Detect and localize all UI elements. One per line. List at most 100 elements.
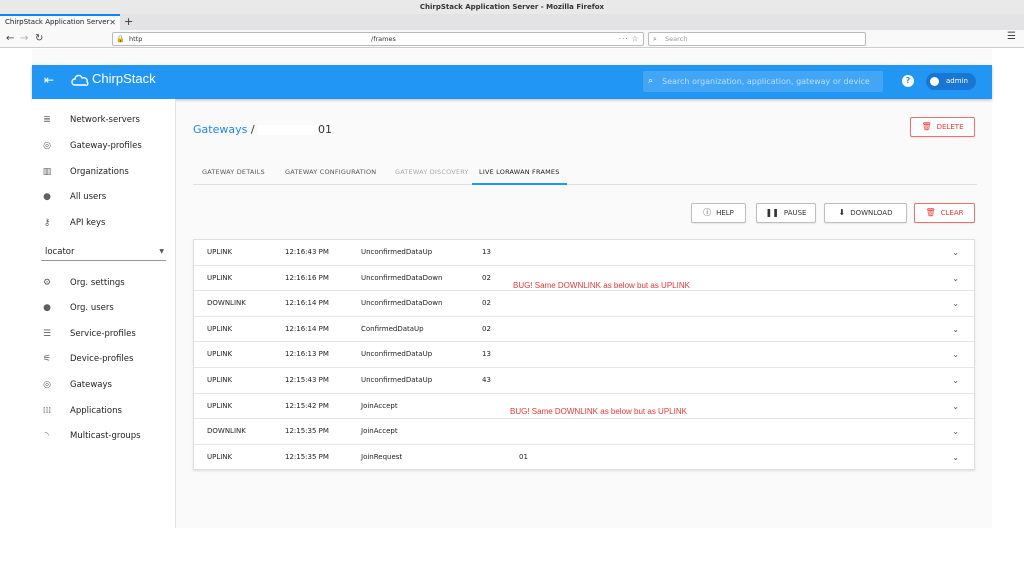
chevron-down-icon[interactable]: ⌄	[952, 368, 959, 393]
redacted-block	[258, 125, 319, 135]
frame-addr: 43	[482, 376, 491, 384]
frame-mtype: UnconfirmedDataDown	[361, 299, 443, 308]
rss-icon: ◝	[45, 431, 49, 441]
browser-search-placeholder: Search	[665, 35, 688, 43]
chevron-down-icon[interactable]: ⌄	[952, 291, 959, 316]
sidebar-item-applications[interactable]: ⁞⁞⁞ Applications	[32, 400, 176, 422]
app-search-placeholder: Search organization, application, gatewa…	[662, 77, 870, 86]
forward-arrow-icon[interactable]: →	[20, 31, 28, 47]
chevron-down-icon: ▼	[159, 248, 164, 255]
breadcrumb-separator: /	[250, 123, 255, 136]
browser-tab[interactable]: ChirpStack Application Server ✕	[0, 14, 120, 30]
close-tab-icon[interactable]: ✕	[109, 16, 116, 29]
frame-mtype: UnconfirmedDataUp	[361, 248, 433, 256]
frame-time: 12:16:43 PM	[285, 248, 329, 256]
frame-time: 12:15:42 PM	[285, 401, 329, 410]
tab-live-lorawan-frames[interactable]: LIVE LORAWAN FRAMES	[472, 159, 567, 185]
frame-row[interactable]: UPLINK 12:15:35 PM JoinRequest 01 ⌄	[194, 445, 974, 471]
browser-tab-title: ChirpStack Application Server	[5, 18, 110, 26]
frame-row[interactable]: UPLINK 12:16:14 PM ConfirmedDataUp 02 ⌄	[194, 317, 974, 343]
sidebar-item-service-profiles[interactable]: ☰ Service-profiles	[32, 323, 176, 345]
clear-button[interactable]: 🗑 CLEAR	[914, 203, 975, 223]
chevron-down-icon[interactable]: ⌄	[952, 419, 959, 444]
frame-row[interactable]: DOWNLINK 12:16:14 PM UnconfirmedDataDown…	[194, 291, 974, 317]
sidebar-item-label: Gateways	[70, 380, 112, 390]
frame-mtype: UnconfirmedDataUp	[361, 350, 433, 359]
apps-icon: ⁞⁞⁞	[42, 406, 52, 416]
sidebar-item-label: Applications	[70, 406, 122, 416]
frame-addr: 13	[482, 248, 491, 256]
tab-gateway-details[interactable]: GATEWAY DETAILS	[202, 159, 265, 185]
new-tab-button[interactable]: +	[124, 14, 133, 29]
breadcrumb-gateways-link[interactable]: Gateways	[193, 123, 247, 136]
help-button-label: HELP	[716, 209, 734, 217]
frame-direction: UPLINK	[207, 376, 233, 384]
sidebar-item-all-users[interactable]: ● All users	[32, 186, 176, 208]
frame-mtype: UnconfirmedDataUp	[361, 376, 433, 384]
browser-search-input[interactable]: ⌕ Search	[648, 32, 866, 46]
menu-icon[interactable]: ☰	[1007, 31, 1016, 42]
page-actions[interactable]: ··· ☆	[619, 33, 639, 45]
frame-direction: DOWNLINK	[207, 299, 246, 308]
sidebar-item-gateway-profiles[interactable]: ◎ Gateway-profiles	[32, 135, 176, 157]
sidebar-item-api-keys[interactable]: ⚷ API keys	[32, 212, 176, 234]
frame-addr: 13	[482, 350, 491, 359]
sidebar-item-gateways[interactable]: ◎ Gateways	[32, 374, 176, 396]
frame-time: 12:16:16 PM	[285, 273, 329, 282]
frame-time: 12:16:14 PM	[285, 324, 329, 333]
pause-icon: ❚❚	[765, 208, 779, 217]
frame-direction: UPLINK	[207, 350, 233, 359]
sidebar-item-organizations[interactable]: ▥ Organizations	[32, 161, 176, 183]
menu-collapse-icon[interactable]: ⇤	[44, 73, 54, 87]
tab-gateway-discovery: GATEWAY DISCOVERY	[395, 168, 469, 176]
chirpstack-logo[interactable]: ChirpStack	[70, 71, 156, 87]
domain-icon: ▥	[42, 167, 52, 177]
breadcrumb: Gateways / 01	[193, 123, 332, 136]
gateway-tabs: GATEWAY DETAILS GATEWAY CONFIGURATION GA…	[193, 159, 977, 185]
chevron-down-icon[interactable]: ⌄	[952, 266, 959, 291]
sidebar-item-device-profiles[interactable]: ⚟ Device-profiles	[32, 348, 176, 370]
frame-addr: 02	[482, 324, 491, 333]
organization-select-value: locator	[45, 247, 75, 257]
help-icon[interactable]: ?	[902, 75, 914, 87]
app-search-input[interactable]: ⌕ Search organization, application, gate…	[643, 71, 883, 92]
chevron-down-icon[interactable]: ⌄	[952, 240, 959, 265]
sidebar-item-org-settings[interactable]: ⚙ Org. settings	[32, 272, 176, 294]
sidebar-item-label: API keys	[70, 218, 106, 228]
sidebar-item-multicast-groups[interactable]: ◝ Multicast-groups	[32, 425, 176, 447]
back-arrow-icon[interactable]: ←	[6, 31, 14, 47]
sidebar-item-org-users[interactable]: ● Org. users	[32, 297, 176, 319]
user-chip[interactable]: admin	[926, 73, 976, 90]
frame-row[interactable]: UPLINK 12:15:43 PM UnconfirmedDataUp 43 …	[194, 368, 974, 394]
trash-icon: 🗑	[925, 208, 936, 217]
pause-button[interactable]: ❚❚ PAUSE	[756, 203, 816, 223]
organization-select[interactable]: locator ▼	[41, 243, 166, 261]
frame-row[interactable]: UPLINK 12:16:43 PM UnconfirmedDataUp 13 …	[194, 240, 974, 266]
sidebar-item-network-servers[interactable]: ≣ Network-servers	[32, 109, 176, 131]
server-icon: ≣	[43, 115, 51, 125]
frame-row[interactable]: DOWNLINK 12:15:35 PM JoinAccept ⌄	[194, 419, 974, 445]
search-icon: ⌕	[648, 76, 654, 86]
download-icon: ⬇	[838, 208, 846, 217]
sidebar-item-label: Device-profiles	[70, 354, 134, 364]
download-button-label: DOWNLOAD	[850, 209, 893, 217]
sidebar-item-label: Org. settings	[70, 278, 125, 288]
help-button[interactable]: ⓘ HELP	[691, 203, 746, 223]
url-bar[interactable]: 🔒 http /frames ··· ☆	[112, 32, 644, 46]
sidebar-item-label: Org. users	[70, 303, 114, 313]
chirpstack-logo-icon	[71, 74, 89, 86]
frame-mtype: JoinRequest	[361, 452, 403, 461]
delete-button[interactable]: 🗑 DELETE	[910, 117, 975, 137]
download-button[interactable]: ⬇ DOWNLOAD	[824, 203, 907, 223]
chevron-down-icon[interactable]: ⌄	[952, 394, 959, 419]
user-name: admin	[946, 77, 968, 85]
tab-gateway-configuration[interactable]: GATEWAY CONFIGURATION	[285, 159, 376, 185]
help-circle-icon: ⓘ	[703, 208, 712, 217]
brand-name: ChirpStack	[92, 71, 156, 86]
bug-annotation: BUG! Same DOWNLINK as below but as UPLIN…	[513, 281, 690, 290]
chevron-down-icon[interactable]: ⌄	[952, 317, 959, 342]
reload-icon[interactable]: ↻	[35, 31, 43, 47]
chevron-down-icon[interactable]: ⌄	[952, 445, 959, 470]
frame-row[interactable]: UPLINK 12:16:13 PM UnconfirmedDataUp 13 …	[194, 342, 974, 368]
chevron-down-icon[interactable]: ⌄	[952, 342, 959, 367]
